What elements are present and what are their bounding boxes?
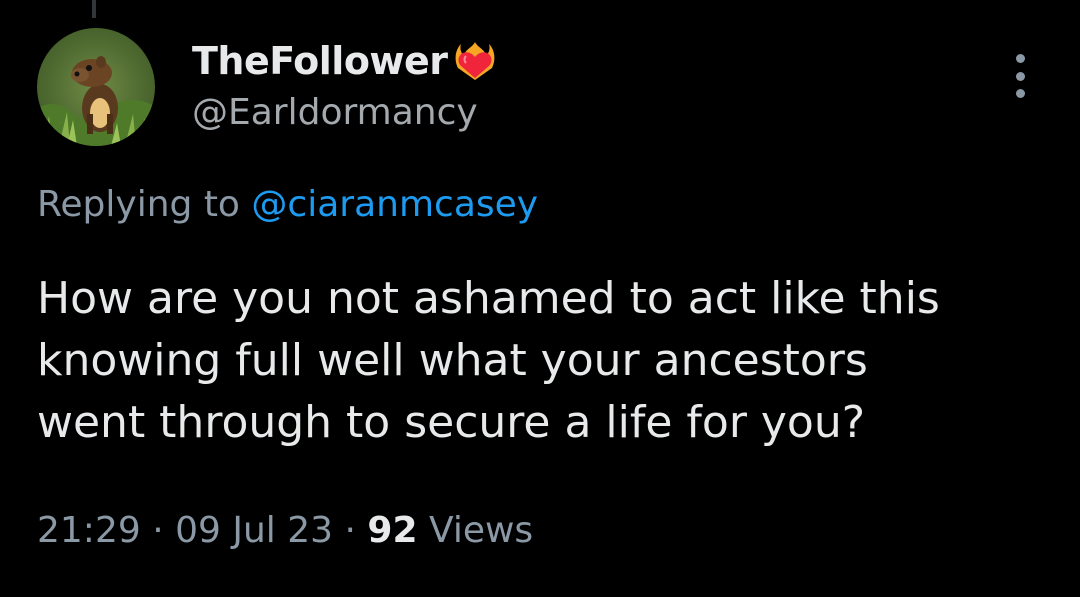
thread-connector-line — [92, 0, 96, 18]
tweet-date[interactable]: 09 Jul 23 — [175, 510, 333, 551]
display-name-row: TheFollower — [192, 36, 498, 86]
meta-separator: · — [344, 510, 356, 551]
replying-to-handle-link[interactable]: @ciaranmcasey — [251, 184, 538, 225]
avatar[interactable] — [37, 28, 155, 146]
tweet-text-line: knowing full well what your ancestors — [37, 335, 868, 386]
more-vertical-icon-dot-2 — [1015, 71, 1025, 81]
tweet-text-line: How are you not ashamed to act like this — [37, 273, 940, 324]
user-handle[interactable]: @Earldormancy — [192, 92, 498, 133]
tweet-time[interactable]: 21:29 — [37, 510, 141, 551]
more-vertical-icon — [1015, 54, 1025, 63]
replying-to: Replying to @ciaranmcasey — [37, 184, 538, 225]
pine-marten-avatar — [37, 28, 155, 146]
views-label: Views — [428, 510, 534, 551]
replying-to-label: Replying to — [37, 184, 240, 225]
display-name[interactable]: TheFollower — [192, 39, 448, 83]
views-count: 92 — [367, 510, 418, 551]
more-vertical-icon-dot-3 — [1015, 89, 1025, 98]
tweet-metadata: 21:29 · 09 Jul 23 · 92 Views — [37, 510, 533, 551]
tweet-text-line: went through to secure a life for you? — [37, 397, 866, 448]
heart-on-fire-icon — [452, 38, 498, 84]
more-options-button[interactable] — [1000, 54, 1040, 98]
tweet-text: How are you not ashamed to act like this… — [37, 268, 1067, 454]
tweet-header: TheFollower @Earldormancy — [192, 36, 498, 133]
meta-separator: · — [152, 510, 164, 551]
